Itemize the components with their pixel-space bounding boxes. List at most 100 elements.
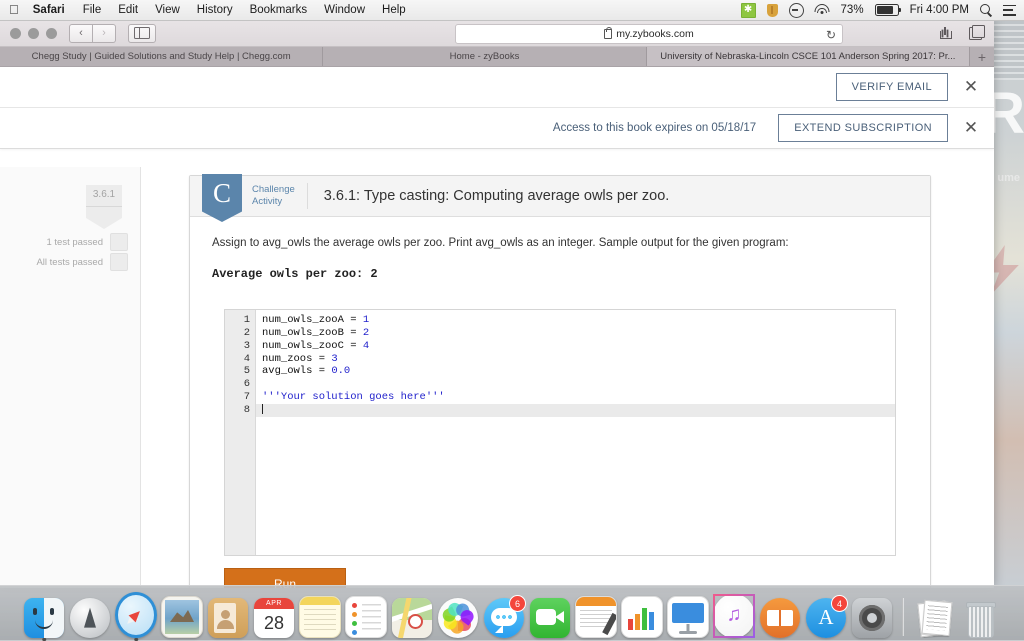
safari-window: ‹ › my.zybooks.com ↻ Chegg Study | Guide… [0, 20, 994, 588]
reminders-icon [345, 596, 387, 638]
close-subscription-banner-icon[interactable]: ✕ [948, 118, 994, 138]
menu-item-edit[interactable]: Edit [118, 4, 138, 16]
challenge-badge-icon: C [202, 174, 242, 222]
code-token: '''Your solution goes here''' [262, 391, 445, 403]
share-button[interactable] [934, 24, 956, 42]
dock-item-pages[interactable] [575, 596, 617, 638]
sidebar-toggle-button[interactable] [128, 24, 156, 43]
tab-csce101-active[interactable]: University of Nebraska-Lincoln CSCE 101 … [647, 47, 970, 66]
wifi-icon[interactable] [815, 4, 830, 16]
shield-icon[interactable] [767, 4, 778, 17]
menu-item-history[interactable]: History [197, 4, 233, 16]
dock-item-finder[interactable] [23, 596, 65, 638]
editor-code-line[interactable]: num_owls_zooC = 4 [256, 340, 895, 353]
dock-item-facetime[interactable] [529, 596, 571, 638]
minimize-window-button[interactable] [28, 28, 39, 39]
menu-item-file[interactable]: File [83, 4, 102, 16]
tab-zybooks-home[interactable]: Home - zyBooks [323, 47, 646, 66]
menu-bar:  Safari File Edit View History Bookmark… [0, 0, 1024, 21]
extend-subscription-button[interactable]: EXTEND SUBSCRIPTION [778, 114, 948, 142]
activity-body: Assign to avg_owls the average owls per … [190, 217, 930, 588]
code-editor[interactable]: 12345678 num_owls_zooA = 1num_owls_zooB … [224, 309, 896, 556]
subscription-expiry-text: Access to this book expires on 05/18/17 [0, 122, 778, 134]
editor-code-line[interactable] [256, 404, 895, 417]
editor-code-line[interactable] [256, 378, 895, 391]
code-token: 2 [363, 327, 369, 339]
code-token: num_owls_zooC = [262, 340, 363, 352]
page-content: 3.6.1 1 test passed All tests passed C [0, 167, 994, 588]
dock-item-ibooks[interactable] [759, 596, 801, 638]
notification-center-icon[interactable] [1003, 5, 1016, 16]
battery-percent-label: 73% [841, 4, 864, 16]
editor-code-line[interactable]: '''Your solution goes here''' [256, 391, 895, 404]
dock-item-photos[interactable] [437, 596, 479, 638]
text-caret [262, 404, 263, 414]
menu-bar-status-area: ✱ 73% Fri 4:00 PM [741, 3, 1024, 18]
back-button[interactable]: ‹ [69, 24, 93, 43]
dock-item-maps[interactable] [391, 596, 433, 638]
dock-item-contacts[interactable] [207, 596, 249, 638]
code-token: 4 [363, 340, 369, 352]
dock: APR28 6 4 [0, 585, 1024, 640]
menu-item-window[interactable]: Window [324, 4, 365, 16]
documents-stack-icon [914, 598, 954, 638]
window-controls[interactable] [10, 28, 57, 39]
flux-icon[interactable]: ✱ [741, 3, 756, 18]
menu-item-bookmarks[interactable]: Bookmarks [250, 4, 308, 16]
close-window-button[interactable] [10, 28, 21, 39]
ibooks-icon [760, 598, 800, 638]
test-status-row-2: All tests passed [36, 253, 128, 271]
dock-item-safari[interactable] [115, 596, 157, 638]
dock-item-keynote[interactable] [667, 596, 709, 638]
address-bar[interactable]: my.zybooks.com ↻ [455, 24, 843, 44]
contacts-icon [208, 598, 248, 638]
code-token: num_owls_zooA = [262, 314, 363, 326]
battery-icon[interactable] [875, 4, 899, 16]
forward-button[interactable]: › [93, 24, 116, 43]
dock-item-app-store[interactable]: 4 [805, 596, 847, 638]
menu-item-safari[interactable]: Safari [33, 4, 65, 16]
reload-icon[interactable]: ↻ [826, 28, 836, 42]
editor-code-line[interactable]: num_owls_zooA = 1 [256, 314, 895, 327]
dock-item-calendar[interactable]: APR28 [253, 596, 295, 638]
notes-icon [299, 596, 341, 638]
navigation-buttons: ‹ › [69, 24, 116, 43]
progress-badge-number: 3.6.1 [93, 189, 115, 200]
search-icon[interactable] [980, 4, 992, 16]
test-status-row-1: 1 test passed [46, 233, 128, 251]
calendar-icon: APR28 [254, 598, 294, 638]
menu-item-help[interactable]: Help [382, 4, 406, 16]
tab-chegg[interactable]: Chegg Study | Guided Solutions and Study… [0, 47, 323, 66]
activity-type-line-1: Challenge [252, 184, 295, 196]
editor-code-line[interactable]: num_zoos = 3 [256, 353, 895, 366]
code-token: num_zoos = [262, 353, 331, 365]
dock-running-indicator [134, 638, 138, 641]
clock-label[interactable]: Fri 4:00 PM [910, 4, 969, 16]
dropbox-icon[interactable] [789, 3, 804, 18]
dock-item-launchpad[interactable] [69, 596, 111, 638]
dock-item-mail[interactable] [161, 596, 203, 638]
editor-code-area[interactable]: num_owls_zooA = 1num_owls_zooB = 2num_ow… [256, 310, 895, 555]
dock-item-reminders[interactable] [345, 596, 387, 638]
dock-item-documents-stack[interactable] [913, 596, 955, 638]
menu-item-view[interactable]: View [155, 4, 180, 16]
dock-item-numbers[interactable] [621, 596, 663, 638]
url-text: my.zybooks.com [616, 28, 693, 40]
dock-item-system-preferences[interactable] [851, 596, 893, 638]
dock-item-itunes[interactable] [713, 596, 755, 638]
challenge-activity-header: C Challenge Activity 3.6.1: Type casting… [190, 176, 930, 217]
new-tab-button[interactable]: + [970, 47, 994, 66]
close-verify-email-banner-icon[interactable]: ✕ [948, 77, 994, 97]
dock-item-notes[interactable] [299, 596, 341, 638]
zoom-window-button[interactable] [46, 28, 57, 39]
dock-item-trash[interactable] [959, 596, 1001, 638]
editor-code-line[interactable]: num_owls_zooB = 2 [256, 327, 895, 340]
apple-logo-icon[interactable]:  [9, 3, 19, 16]
show-tabs-button[interactable] [964, 24, 986, 42]
editor-code-line[interactable]: avg_owls = 0.0 [256, 365, 895, 378]
verify-email-button[interactable]: VERIFY EMAIL [836, 73, 948, 101]
editor-line-numbers: 12345678 [225, 310, 256, 555]
code-token: avg_owls = [262, 365, 331, 377]
editor-line-number: 6 [225, 378, 255, 391]
dock-item-messages[interactable]: 6 [483, 596, 525, 638]
